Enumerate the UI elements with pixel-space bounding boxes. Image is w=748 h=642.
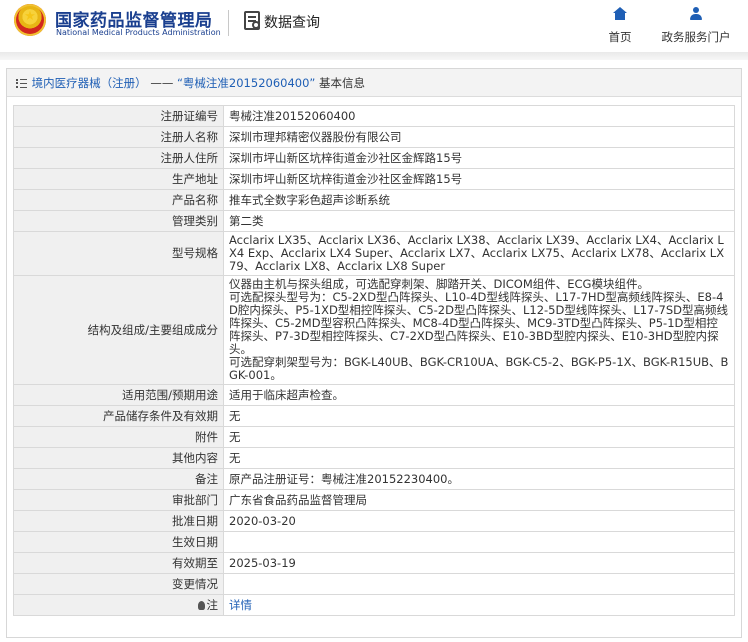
table-row: 注册证编号 粤械注准20152060400 [13,105,735,127]
table-row: 变更情况 [13,573,735,595]
breadcrumb-suffix: 基本信息 [319,76,366,90]
row-value: 深圳市坪山新区坑梓街道金沙社区金辉路15号 [223,168,735,190]
logo-title-en[interactable]: National Medical Products Administration [56,28,221,37]
table-row: 批准日期 2020-03-20 [13,510,735,532]
home-icon [613,7,627,21]
note-label: 注 [206,597,219,612]
table-row: 其他内容无 [13,447,735,469]
table-row: 审批部门 广东省食品药品监督管理局 [13,489,735,511]
table-row: 管理类别 第二类 [13,210,735,232]
detail-link[interactable]: 详情 [229,598,252,612]
row-label: 备注 [13,468,224,490]
list-icon [16,79,27,88]
header-shadow [0,52,748,60]
table-row: 生效日期 [13,531,735,553]
row-label: 注册人名称 [13,126,224,148]
row-value: 第二类 [223,210,735,232]
row-value: 原产品注册证号：粤械注准20152230400。 [223,468,735,490]
row-label: 适用范围/预期用途 [13,384,224,406]
row-value: 粤械注准20152060400 [223,105,735,127]
lightbulb-icon [197,600,205,610]
row-label: 注册证编号 [13,105,224,127]
table-row-note: 注详情 [13,594,735,616]
row-value: 无 [223,447,735,469]
row-value: 2020-03-20 [223,510,735,532]
row-label: 其他内容 [13,447,224,469]
breadcrumb-separator: —— [150,76,174,90]
row-label: 有效期至 [13,552,224,574]
row-label: 生效日期 [13,531,224,553]
row-label: 型号规格 [13,231,224,276]
table-row: 产品储存条件及有效期无 [13,405,735,427]
row-value [223,531,735,553]
row-value: 无 [223,405,735,427]
nav-gov-service-button[interactable]: 政务服务门户 [655,6,737,45]
row-value: 适用于临床超声检查。 [223,384,735,406]
data-query-label: 数据查询 [264,15,320,31]
row-label: 生产地址 [13,168,224,190]
row-value: 广东省食品药品监督管理局 [223,489,735,511]
table-row: 注册人名称 深圳市理邦精密仪器股份有限公司 [13,126,735,148]
row-value: 2025-03-19 [223,552,735,574]
breadcrumb-record: “粤械注准20152060400” [176,76,316,90]
breadcrumb: 境内医疗器械（注册） —— “粤械注准20152060400” 基本信息 [7,69,741,97]
table-row: 适用范围/预期用途 适用于临床超声检查。 [13,384,735,406]
table-row: 备注 原产品注册证号：粤械注准20152230400。 [13,468,735,490]
table-row: 有效期至 2025-03-19 [13,552,735,574]
row-value: 推车式全数字彩色超声诊断系统 [223,189,735,211]
breadcrumb-category-link[interactable]: 境内医疗器械（注册） [32,76,147,90]
national-emblem-icon[interactable]: ★ [14,4,46,36]
row-label: 产品名称 [13,189,224,211]
row-label: 审批部门 [13,489,224,511]
table-row: 附件无 [13,426,735,448]
row-label: 结构及组成/主要组成成分 [13,275,224,385]
table-row: 注册人住所 深圳市坪山新区坑梓街道金沙社区金辉路15号 [13,147,735,169]
info-table: 注册证编号 粤械注准20152060400 注册人名称 深圳市理邦精密仪器股份有限公司… [13,105,735,616]
row-value: 深圳市理邦精密仪器股份有限公司 [223,126,735,148]
row-label: 注册人住所 [13,147,224,169]
row-value: 仪器由主机与探头组成，可选配穿刺架、脚踏开关、DICOM组件、ECG模块组件。可… [223,275,735,385]
row-label: 附件 [13,426,224,448]
table-row: 结构及组成/主要组成成分 仪器由主机与探头组成，可选配穿刺架、脚踏开关、DICOM… [13,275,735,385]
site-header: ★ 国家药品监督管理局 National Medical Products Ad… [0,0,748,52]
row-label: 产品储存条件及有效期 [13,405,224,427]
row-value: 深圳市坪山新区坑梓街道金沙社区金辉路15号 [223,147,735,169]
row-value: 无 [223,426,735,448]
user-icon [689,7,703,21]
table-row: 生产地址 深圳市坪山新区坑梓街道金沙社区金辉路15号 [13,168,735,190]
note-label-cell: 注 [13,594,224,616]
table-row: 型号规格 Acclarix LX35、Acclarix LX36、Acclarix… [13,231,735,276]
table-row: 产品名称 推车式全数字彩色超声诊断系统 [13,189,735,211]
data-query-icon [244,11,260,30]
nav-home-label: 首页 [608,30,632,44]
row-label: 批准日期 [13,510,224,532]
note-value-cell: 详情 [223,594,735,616]
detail-panel: 境内医疗器械（注册） —— “粤械注准20152060400” 基本信息 注册证… [6,68,742,638]
header-divider [228,10,229,36]
row-label: 变更情况 [13,573,224,595]
row-value [223,573,735,595]
row-value: Acclarix LX35、Acclarix LX36、Acclarix LX3… [223,231,735,276]
nav-home-button[interactable]: 首页 [600,6,640,45]
row-label: 管理类别 [13,210,224,232]
nav-gov-service-label: 政务服务门户 [661,30,731,44]
